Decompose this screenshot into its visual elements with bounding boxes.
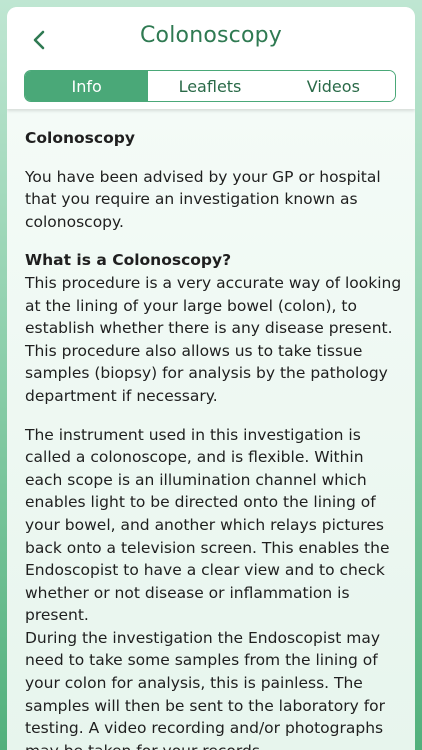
page-title: Colonoscopy xyxy=(140,23,282,48)
chevron-left-icon xyxy=(33,30,45,50)
intro-paragraph: You have been advised by your GP or hosp… xyxy=(25,167,381,231)
info-content[interactable]: Colonoscopy You have been advised by you… xyxy=(7,109,415,750)
section-heading: What is a Colonoscopy? xyxy=(25,251,232,270)
paragraph-samples: During the investigation the Endoscopist… xyxy=(25,628,386,750)
content-heading: Colonoscopy xyxy=(25,129,135,147)
paragraph-procedure: This procedure is a very accurate way of… xyxy=(25,273,402,405)
navigation-header: Colonoscopy Info Leaflets Videos xyxy=(7,7,415,109)
tab-videos[interactable]: Videos xyxy=(271,71,395,101)
content-card: Colonoscopy Info Leaflets Videos Colonos… xyxy=(7,7,415,750)
tab-info[interactable]: Info xyxy=(25,71,149,101)
back-button[interactable] xyxy=(25,25,53,55)
tab-leaflets[interactable]: Leaflets xyxy=(148,71,272,101)
paragraph-instrument: The instrument used in this investigatio… xyxy=(25,425,390,625)
tab-segmented-control: Info Leaflets Videos xyxy=(24,70,396,102)
